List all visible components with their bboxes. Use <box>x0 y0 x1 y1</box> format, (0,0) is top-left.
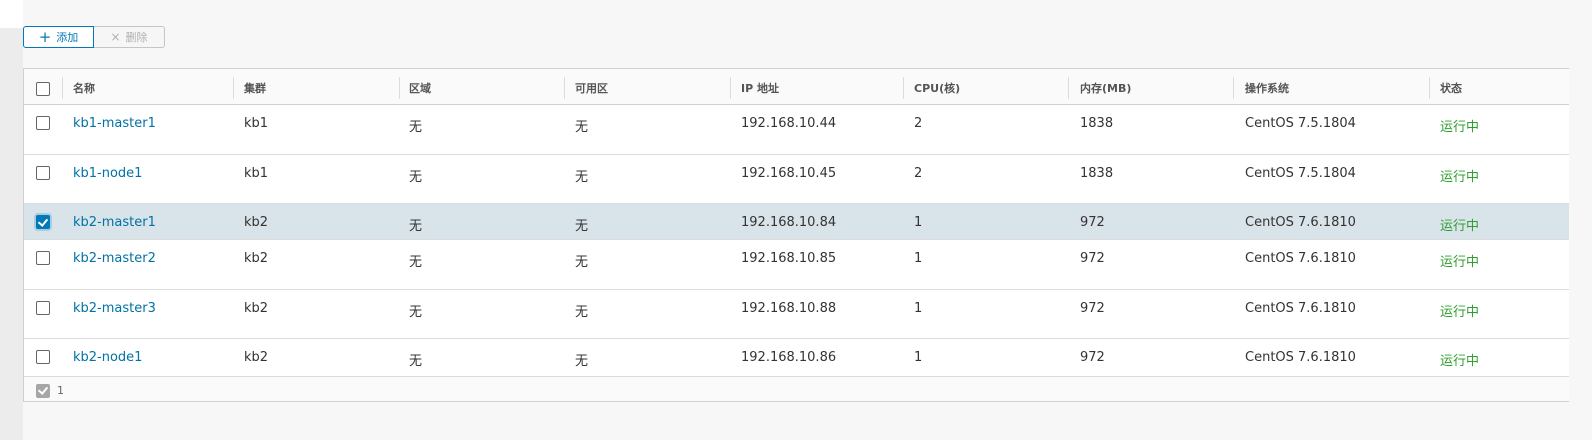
os-cell: CentOS 7.5.1804 <box>1245 116 1356 131</box>
cluster-cell: kb2 <box>244 301 269 316</box>
table-row[interactable]: kb2-master2 kb2 无 无 192.168.10.85 1 972 CentOS … <box>24 240 1569 290</box>
zone-cell: 无 <box>575 255 589 270</box>
column-separator[interactable] <box>1233 77 1234 99</box>
cluster-cell: kb1 <box>244 166 269 181</box>
region-cell: 无 <box>409 255 423 270</box>
os-cell: CentOS 7.6.1810 <box>1245 251 1356 266</box>
region-cell: 无 <box>409 354 423 369</box>
ip-cell: 192.168.10.86 <box>741 350 837 365</box>
table-row[interactable]: kb2-node1 kb2 无 无 192.168.10.86 1 972 CentOS 7.… <box>24 339 1569 377</box>
status-cell: 运行中 <box>1440 219 1480 234</box>
header-col-os[interactable]: 操作系统 <box>1245 80 1289 96</box>
header-col-region[interactable]: 区域 <box>409 80 431 96</box>
column-separator[interactable] <box>1429 77 1430 99</box>
ip-cell: 192.168.10.84 <box>741 215 837 230</box>
delete-button[interactable]: × 删除 <box>94 26 165 48</box>
os-cell: CentOS 7.5.1804 <box>1245 166 1356 181</box>
region-cell: 无 <box>409 305 423 320</box>
zone-cell: 无 <box>575 120 589 135</box>
region-cell: 无 <box>409 120 423 135</box>
add-button[interactable]: + 添加 <box>23 26 94 48</box>
status-cell: 运行中 <box>1440 170 1480 185</box>
zone-cell: 无 <box>575 354 589 369</box>
cpu-cell: 1 <box>914 215 923 230</box>
select-all-checkbox[interactable] <box>36 82 50 96</box>
table-row[interactable]: kb2-master1 kb2 无 无 192.168.10.84 1 972 CentOS … <box>24 204 1569 240</box>
os-cell: CentOS 7.6.1810 <box>1245 301 1356 316</box>
region-cell: 无 <box>409 170 423 185</box>
cpu-cell: 2 <box>914 166 923 181</box>
host-name-link[interactable]: kb2-master1 <box>73 215 156 230</box>
zone-cell: 无 <box>575 305 589 320</box>
close-icon: × <box>110 30 121 44</box>
left-panel-top <box>0 0 23 28</box>
row-checkbox[interactable] <box>36 350 50 364</box>
cpu-cell: 2 <box>914 116 923 131</box>
header-col-memory[interactable]: 内存(MB) <box>1080 80 1131 96</box>
column-separator[interactable] <box>233 77 234 99</box>
left-panel-edge <box>0 0 23 440</box>
zone-cell: 无 <box>575 219 589 234</box>
memory-cell: 972 <box>1080 350 1105 365</box>
cpu-cell: 1 <box>914 301 923 316</box>
action-toolbar: + 添加 × 删除 <box>23 26 165 48</box>
table-header: 名称 集群 区域 可用区 IP 地址 CPU(核) 内存(MB) 操作系统 状态 <box>24 69 1569 105</box>
ip-cell: 192.168.10.85 <box>741 251 837 266</box>
cpu-cell: 1 <box>914 251 923 266</box>
checkbox-checked-icon <box>36 384 50 398</box>
host-name-link[interactable]: kb2-node1 <box>73 350 142 365</box>
ip-cell: 192.168.10.88 <box>741 301 837 316</box>
status-cell: 运行中 <box>1440 354 1480 369</box>
table-row[interactable]: kb2-master3 kb2 无 无 192.168.10.88 1 972 CentOS … <box>24 290 1569 339</box>
add-button-label: 添加 <box>56 31 79 44</box>
row-checkbox[interactable] <box>36 166 50 180</box>
row-checkbox[interactable] <box>36 251 50 265</box>
table-row[interactable]: kb1-master1 kb1 无 无 192.168.10.44 2 1838 CentOS… <box>24 105 1569 155</box>
status-cell: 运行中 <box>1440 120 1480 135</box>
cluster-cell: kb1 <box>244 116 269 131</box>
host-name-link[interactable]: kb2-master3 <box>73 301 156 316</box>
delete-button-label: 删除 <box>125 31 148 44</box>
host-name-link[interactable]: kb1-master1 <box>73 116 156 131</box>
memory-cell: 1838 <box>1080 116 1114 131</box>
header-col-name[interactable]: 名称 <box>73 80 95 96</box>
status-cell: 运行中 <box>1440 255 1480 270</box>
host-table: 名称 集群 区域 可用区 IP 地址 CPU(核) 内存(MB) 操作系统 状态 kb1-mas… <box>23 68 1569 402</box>
table-row[interactable]: kb1-node1 kb1 无 无 192.168.10.45 2 1838 CentOS 7… <box>24 155 1569 204</box>
header-col-cpu[interactable]: CPU(核) <box>914 80 960 96</box>
column-separator[interactable] <box>564 77 565 99</box>
status-cell: 运行中 <box>1440 305 1480 320</box>
column-separator[interactable] <box>399 77 400 99</box>
column-separator[interactable] <box>62 77 63 99</box>
region-cell: 无 <box>409 219 423 234</box>
selected-count: 1 <box>57 384 64 397</box>
column-separator[interactable] <box>1068 77 1069 99</box>
host-name-link[interactable]: kb2-master2 <box>73 251 156 266</box>
table-footer: 1 <box>24 377 1569 401</box>
cluster-cell: kb2 <box>244 251 269 266</box>
header-col-cluster[interactable]: 集群 <box>244 80 266 96</box>
cpu-cell: 1 <box>914 350 923 365</box>
memory-cell: 972 <box>1080 215 1105 230</box>
plus-icon: + <box>38 27 52 46</box>
ip-cell: 192.168.10.44 <box>741 116 837 131</box>
column-separator[interactable] <box>730 77 731 99</box>
row-checkbox[interactable] <box>36 116 50 130</box>
host-name-link[interactable]: kb1-node1 <box>73 166 142 181</box>
cluster-cell: kb2 <box>244 215 269 230</box>
os-cell: CentOS 7.6.1810 <box>1245 350 1356 365</box>
header-col-ip[interactable]: IP 地址 <box>741 80 779 96</box>
row-checkbox[interactable] <box>36 215 50 229</box>
row-checkbox[interactable] <box>36 301 50 315</box>
header-col-status[interactable]: 状态 <box>1440 80 1462 96</box>
ip-cell: 192.168.10.45 <box>741 166 837 181</box>
os-cell: CentOS 7.6.1810 <box>1245 215 1356 230</box>
memory-cell: 972 <box>1080 251 1105 266</box>
zone-cell: 无 <box>575 170 589 185</box>
memory-cell: 972 <box>1080 301 1105 316</box>
header-col-zone[interactable]: 可用区 <box>575 80 608 96</box>
cluster-cell: kb2 <box>244 350 269 365</box>
memory-cell: 1838 <box>1080 166 1114 181</box>
column-separator[interactable] <box>903 77 904 99</box>
